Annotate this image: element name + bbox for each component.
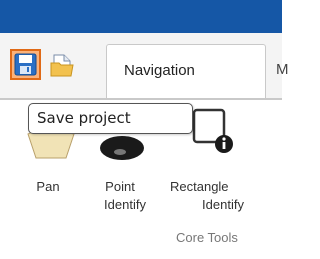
title-bar (0, 0, 282, 33)
tab-next-label: M (276, 61, 289, 78)
open-button[interactable] (48, 49, 78, 80)
tab-navigation-label: Navigation (124, 62, 195, 79)
tab-next[interactable]: M (272, 44, 292, 100)
pan-label: Pan (36, 179, 60, 194)
point-identify-label-line1: Point (105, 179, 135, 194)
save-icon (14, 53, 37, 76)
save-tooltip-text: Save project (37, 109, 131, 127)
group-label-core-tools: Core Tools (176, 230, 238, 245)
save-button[interactable] (10, 49, 41, 80)
folder-icon (50, 54, 74, 77)
rectangle-identify-label-line1: Rectangle (170, 179, 229, 194)
point-identify-label-line2: Identify (104, 197, 146, 212)
rectangle-identify-label-line2: Identify (202, 197, 244, 212)
tab-navigation[interactable]: Navigation (106, 44, 266, 100)
rectangle-identify-icon (192, 108, 233, 153)
save-tooltip: Save project (28, 103, 193, 134)
